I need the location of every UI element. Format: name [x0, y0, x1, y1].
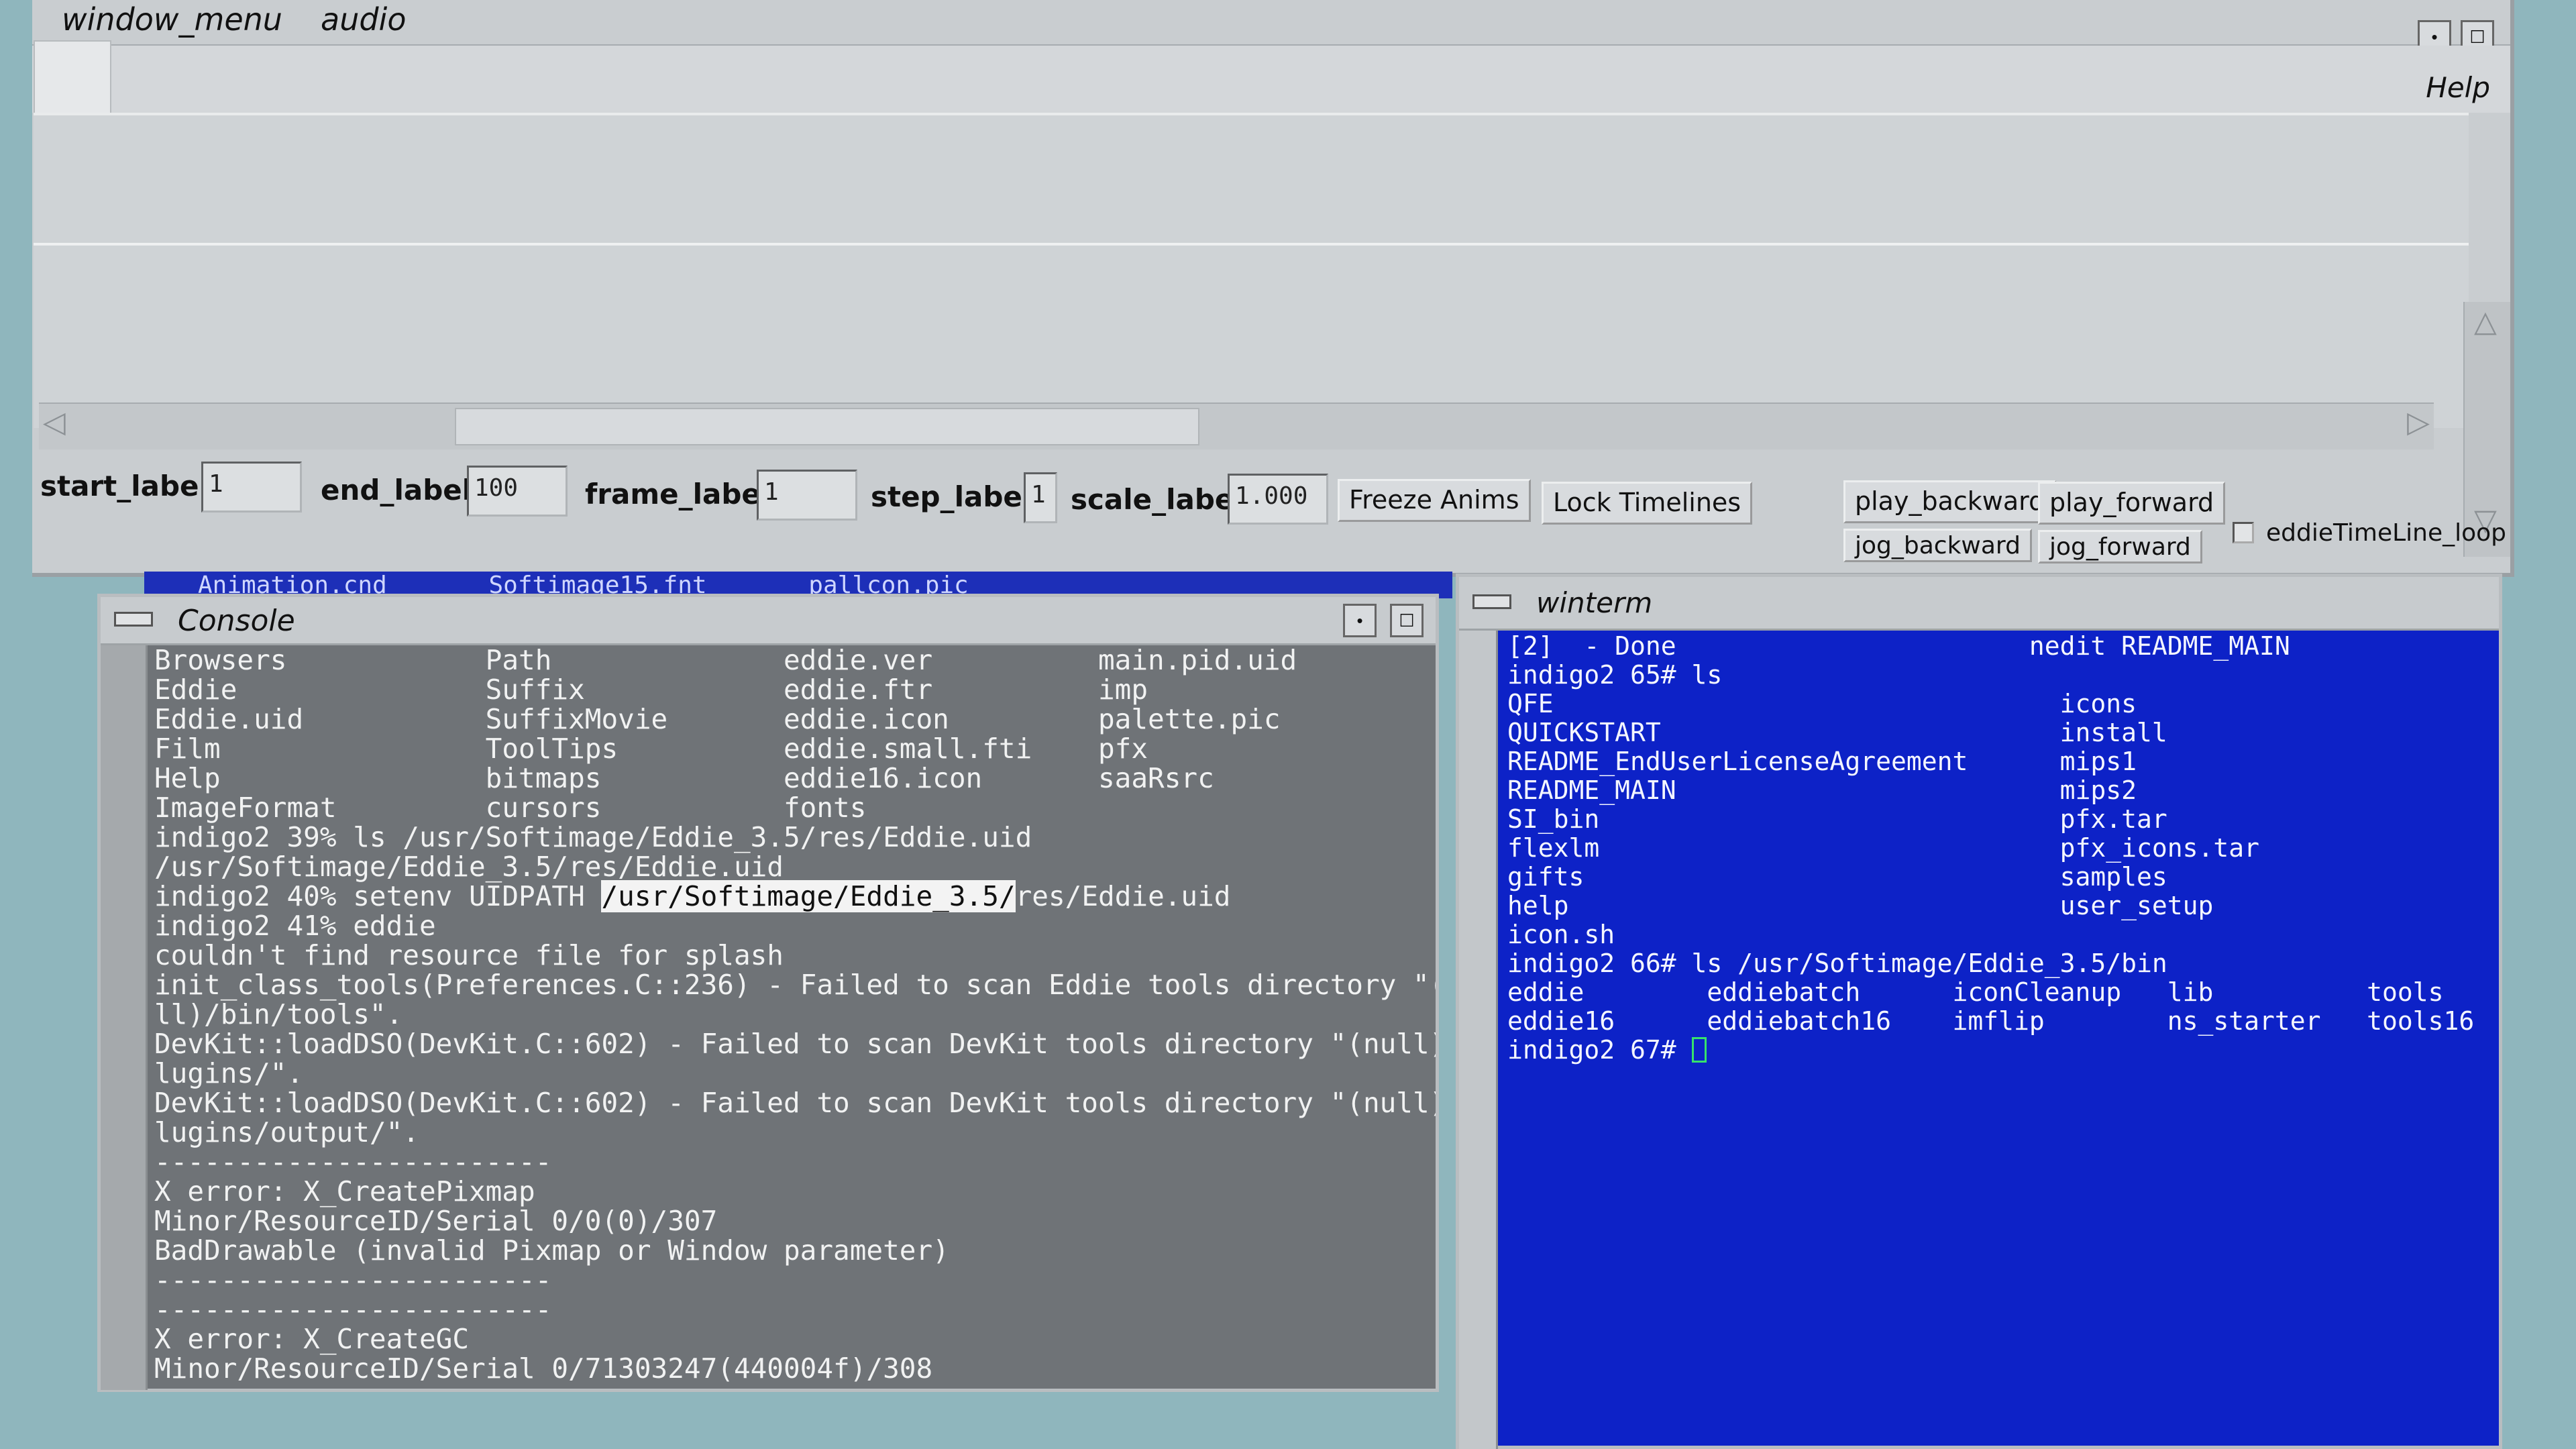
scroll-left-icon[interactable]: ◁ — [43, 405, 66, 439]
console-maximize-button[interactable]: ☐ — [1390, 604, 1424, 637]
console-line: Film ToolTips eddie.small.fti pfx — [154, 733, 1148, 765]
timeline-horizontal-scrollbar[interactable]: ◁ ▷ — [39, 402, 2434, 449]
terminal-line: indigo2 65# ls — [1507, 660, 1723, 690]
scroll-right-icon[interactable]: ▷ — [2407, 405, 2430, 439]
winterm-scrollbar[interactable] — [1459, 631, 1498, 1449]
frame-label: frame_label — [585, 478, 771, 511]
terminal-prompt-line[interactable]: indigo2 67# — [1507, 1036, 2500, 1065]
scale-label: scale_label — [1071, 483, 1244, 516]
terminal-line: gifts samples — [1507, 862, 2167, 892]
play-forward-button[interactable]: play_forward — [2038, 482, 2226, 525]
terminal-line: help user_setup — [1507, 891, 2214, 920]
console-line: DevKit::loadDSO(DevKit.C::602) - Failed … — [154, 1087, 1436, 1119]
winterm-window: winterm [2] - Done nedit README_MAIN indi… — [1456, 574, 2502, 1449]
terminal-line: README_EndUserLicenseAgreement mips1 — [1507, 747, 2137, 776]
help-menu[interactable]: Help — [2426, 71, 2490, 104]
console-line: init_class_tools(Preferences.C::236) - F… — [154, 969, 1436, 1001]
terminal-line: QFE icons — [1507, 689, 2137, 718]
scroll-thumb[interactable] — [455, 408, 1199, 445]
console-line: X error: X_CreatePixmap — [154, 1175, 535, 1208]
scroll-up-icon[interactable]: △ — [2474, 305, 2497, 339]
step-label: step_label — [871, 480, 1032, 513]
console-scrollbar[interactable] — [101, 645, 148, 1390]
console-line-setenv: indigo2 40% setenv UIDPATH /usr/Softimag… — [154, 880, 1436, 912]
menu-audio[interactable]: audio — [321, 1, 406, 38]
console-titlebar[interactable]: Console • ☐ — [101, 597, 1436, 645]
step-field[interactable]: 1 — [1024, 472, 1057, 523]
loop-label: eddieTimeLine_loop — [2266, 519, 2507, 547]
terminal-line: QUICKSTART install — [1507, 718, 2167, 747]
console-line-prefix: indigo2 40% setenv UIDPATH — [154, 880, 602, 912]
start-label: start_label — [40, 470, 209, 502]
terminal-prompt: indigo2 67# — [1507, 1035, 1692, 1065]
timeline-track — [34, 243, 2469, 246]
console-line: ------------------------ — [154, 1264, 552, 1296]
end-label: end_label — [321, 474, 472, 506]
scale-field[interactable]: 1.000 — [1228, 474, 1328, 525]
console-line: ImageFormat cursors fonts — [154, 792, 867, 824]
terminal-line: SI_bin pfx.tar — [1507, 804, 2167, 834]
console-line-suffix: res/Eddie.uid — [1015, 880, 1231, 912]
console-line: indigo2 41% eddie — [154, 910, 436, 942]
window-menu-icon[interactable] — [114, 612, 153, 627]
console-line: Browsers Path eddie.ver main.pid.uid — [154, 645, 1297, 676]
cursor-icon — [1691, 1037, 1707, 1063]
console-title: Console — [178, 604, 295, 638]
freeze-anims-button[interactable]: Freeze Anims — [1338, 479, 1531, 522]
winterm-titlebar[interactable]: winterm — [1459, 577, 2499, 631]
jog-backward-button[interactable]: jog_backward — [1843, 529, 2032, 562]
terminal-line: README_MAIN mips2 — [1507, 775, 2137, 805]
console-line: Eddie Suffix eddie.ftr imp — [154, 674, 1148, 706]
lock-timelines-button[interactable]: Lock Timelines — [1542, 482, 1753, 525]
console-line: indigo2 39% ls /usr/Softimage/Eddie_3.5/… — [154, 821, 1032, 853]
console-line: BadDrawable (invalid Pixmap or Window pa… — [154, 1234, 949, 1267]
winterm-title: winterm — [1536, 586, 1653, 619]
eddie-main-window: window_menu audio • ☐ Help △ ▽ ◁ ▷ start… — [32, 0, 2514, 577]
console-output: Browsers Path eddie.ver main.pid.uid Eddi… — [154, 645, 1436, 1389]
play-backward-button[interactable]: play_backward — [1843, 480, 2057, 523]
console-window: Console • ☐ Browsers Path eddie.ver main… — [97, 594, 1439, 1392]
console-line: DevKit::loadDSO(DevKit.C::602) - Failed … — [154, 1028, 1436, 1060]
tool-icon-slot[interactable] — [34, 40, 111, 115]
console-line: ll)/bin/tools". — [154, 998, 403, 1030]
console-line: Eddie.uid SuffixMovie eddie.icon palette… — [154, 703, 1281, 735]
end-field[interactable]: 100 — [467, 466, 568, 517]
terminal-line: [2] - Done nedit README_MAIN — [1507, 632, 2290, 661]
help-bar: Help — [32, 46, 2510, 113]
console-line: X error: X_CreateGC — [154, 1323, 469, 1355]
window-menu-icon[interactable] — [1472, 594, 1511, 609]
console-line: Minor/ResourceID/Serial 0/71303247(44000… — [154, 1352, 933, 1385]
terminal-line: indigo2 66# ls /usr/Softimage/Eddie_3.5/… — [1507, 949, 2167, 978]
console-line: couldn't find resource file for splash — [154, 939, 784, 971]
jog-forward-button[interactable]: jog_forward — [2038, 530, 2202, 564]
console-line: lugins/output/". — [154, 1116, 419, 1148]
timeline-controls: start_label 1 end_label 100 frame_label … — [32, 456, 2510, 564]
terminal-line: icon.sh — [1507, 920, 1615, 949]
terminal-line: eddie eddiebatch iconCleanup lib tools — [1507, 977, 2444, 1007]
selected-text[interactable]: /usr/Softimage/Eddie_3.5/ — [601, 880, 1016, 912]
timeline-area[interactable] — [34, 113, 2469, 428]
console-line: /usr/Softimage/Eddie_3.5/res/Eddie.uid — [154, 851, 784, 883]
winterm-output[interactable]: [2] - Done nedit README_MAIN indigo2 65# … — [1507, 632, 2500, 1437]
console-line: lugins/". — [154, 1057, 304, 1089]
frame-field[interactable]: 1 — [757, 470, 857, 521]
menu-window-menu[interactable]: window_menu — [62, 1, 282, 38]
console-line: ------------------------ — [154, 1293, 552, 1326]
loop-checkbox[interactable] — [2233, 522, 2254, 543]
console-line: ------------------------ — [154, 1146, 552, 1178]
terminal-line: flexlm pfx_icons.tar — [1507, 833, 2260, 863]
terminal-line: eddie16 eddiebatch16 imflip ns_starter t… — [1507, 1006, 2475, 1036]
console-line: Minor/ResourceID/Serial 0/0(0)/307 — [154, 1205, 718, 1237]
menubar: window_menu audio • ☐ — [32, 0, 2510, 54]
console-line: Help bitmaps eddie16.icon saaRsrc — [154, 762, 1214, 794]
console-minimize-button[interactable]: • — [1343, 604, 1377, 637]
start-field[interactable]: 1 — [201, 462, 302, 513]
